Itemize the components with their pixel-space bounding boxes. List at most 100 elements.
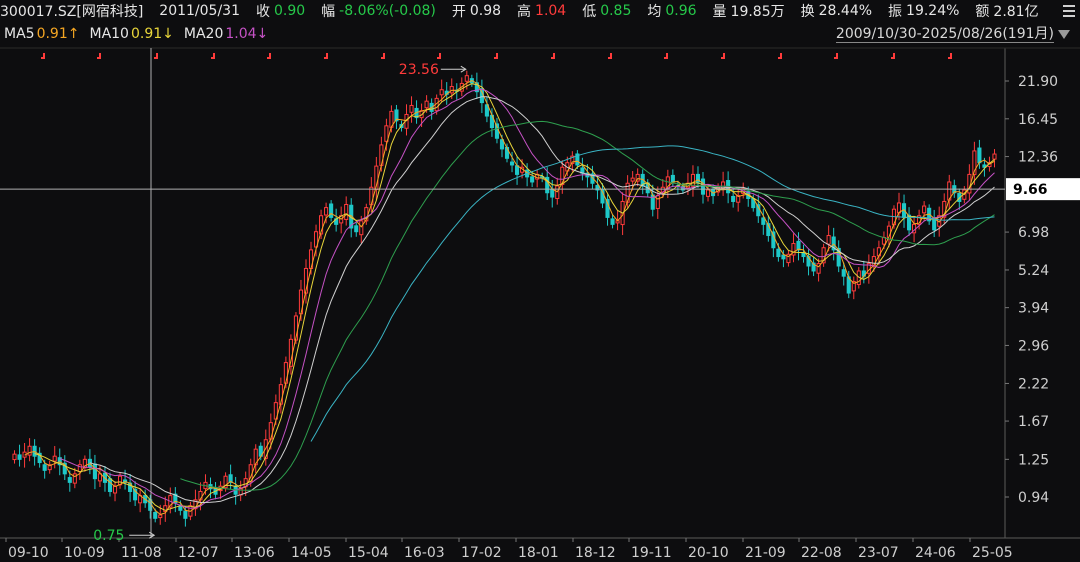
x-tick-label: 20-10 [688, 545, 729, 561]
candle-body [932, 219, 937, 231]
candle-body [153, 512, 158, 519]
candle-body [354, 225, 359, 233]
open-label: 开 [451, 4, 466, 20]
candle-body [17, 454, 22, 460]
candle-body [801, 252, 806, 258]
ma10-label: MA10 [89, 26, 129, 42]
hamburger-icon[interactable] [1062, 3, 1076, 19]
x-tick-label: 18-12 [575, 545, 616, 561]
x-tick-label: 14-05 [291, 545, 332, 561]
candle-body [796, 240, 801, 251]
avg-label: 均 [647, 4, 662, 20]
amplitude-label: 振 [888, 4, 903, 20]
candle-body [178, 505, 183, 511]
candle-body [705, 189, 711, 197]
candle-body [922, 205, 927, 214]
ma10-value: 0.91↓ [130, 26, 174, 42]
candle-body [530, 176, 535, 183]
y-tick-label: 1.67 [1018, 414, 1049, 430]
quote-header: 300017.SZ[网宿科技] 2011/05/31 收 0.90 幅 -8.06%… [0, 0, 1080, 22]
date-range-selector[interactable]: 2009/10/30-2025/08/26(191月) [835, 26, 1054, 43]
candle-body [183, 510, 188, 519]
open-value: 0.98 [469, 3, 502, 19]
change-value: -8.06%(-0.08) [339, 3, 436, 19]
candle-body [329, 203, 334, 218]
candle-body [776, 248, 781, 258]
x-tick-label: 10-09 [64, 545, 105, 561]
y-tick-label: 2.96 [1018, 338, 1049, 354]
candle-body [107, 478, 113, 492]
candle-body [515, 165, 520, 175]
volume-label: 量 [712, 4, 727, 20]
ma5-value: 0.91↑ [36, 26, 80, 42]
x-tick-label: 21-09 [745, 545, 786, 561]
candle-body [992, 153, 997, 160]
candle-body [67, 477, 72, 483]
ma20-label: MA20 [183, 26, 224, 42]
candle-body [27, 445, 32, 456]
candle-body [344, 204, 349, 220]
low-label: 低 [582, 4, 597, 20]
y-tick-label: 12.36 [1018, 150, 1058, 166]
y-tick-label: 0.94 [1018, 490, 1049, 506]
candle-body [52, 455, 57, 462]
close-value: 0.90 [274, 3, 306, 19]
high-value: 1.04 [535, 3, 567, 19]
candle-body [670, 174, 675, 183]
candle-body [464, 75, 469, 82]
x-tick-label: 22-08 [801, 545, 842, 561]
change-label: 幅 [321, 4, 336, 20]
x-tick-label: 16-03 [404, 545, 445, 561]
candle-body [72, 473, 77, 484]
x-tick-label: 19-11 [631, 545, 672, 561]
turnover-label: 换 [800, 4, 815, 20]
chevron-down-icon[interactable] [1058, 30, 1070, 39]
x-tick-label: 25-05 [972, 545, 1013, 561]
candle-body [690, 173, 696, 187]
x-tick-label: 24-06 [915, 545, 956, 561]
candle-body [92, 463, 97, 480]
candle-body [550, 188, 555, 198]
x-tick-label: 12-07 [178, 545, 219, 561]
candle-body [158, 514, 163, 519]
candle-body [359, 220, 364, 236]
y-tick-label: 5.24 [1018, 263, 1049, 279]
stock-code: 300017.SZ[网宿科技] [0, 4, 144, 20]
amount-label: 额 [975, 4, 990, 20]
candle-body [977, 147, 982, 164]
x-tick-label: 15-04 [348, 545, 389, 561]
candle-body [324, 207, 329, 216]
turnover-value: 28.44% [818, 3, 873, 19]
x-tick-label: 17-02 [461, 545, 502, 561]
candle-body [112, 485, 118, 494]
min-price-label: 0.75 [93, 528, 124, 544]
candle-body [439, 89, 444, 96]
kline-chart[interactable]: 21.90 16.45 12.36 6.98 5.24 3.94 2.96 2.22 1.67 1… [0, 0, 1080, 562]
candle-body [630, 177, 635, 182]
candle-body [42, 464, 47, 471]
candle-body [424, 100, 429, 109]
amplitude-value: 19.24% [906, 3, 960, 19]
candle-body [826, 235, 831, 245]
crosshair-price-label: 9.66 [1013, 182, 1048, 198]
moving-average-legend: MA5 0.91↑ MA10 0.91↓ MA20 1.04↓ [4, 24, 270, 44]
candle-body [409, 104, 414, 113]
y-tick-label: 2.22 [1018, 376, 1049, 392]
x-tick-label: 23-07 [858, 545, 899, 561]
max-price-label: 23.56 [399, 62, 439, 78]
high-label: 高 [517, 4, 532, 20]
candle-body [731, 195, 736, 202]
x-tick-label: 18-01 [518, 545, 559, 561]
y-tick-label: 1.25 [1018, 452, 1049, 468]
candle-body [761, 217, 766, 225]
volume-value: 19.85万 [730, 4, 785, 20]
candle-body [700, 178, 706, 195]
quote-date: 2011/05/31 [159, 3, 240, 19]
avg-value: 0.96 [665, 3, 697, 19]
candle-body [881, 236, 886, 245]
amount-value: 2.81亿 [993, 4, 1039, 20]
y-tick-label: 21.90 [1018, 74, 1058, 90]
candle-body [610, 218, 615, 225]
x-tick-label: 09-10 [8, 545, 49, 561]
candle-body [283, 362, 288, 384]
